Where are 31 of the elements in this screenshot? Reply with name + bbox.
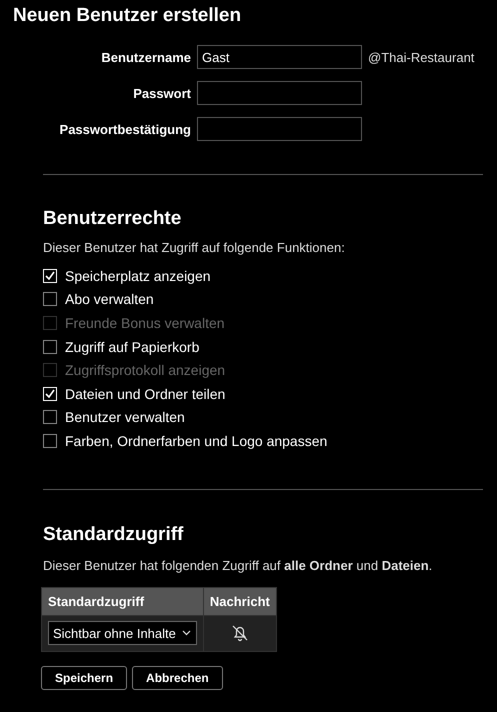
section-heading: Standardzugriff <box>43 524 184 547</box>
domain-suffix: @Thai-Restaurant <box>368 50 476 64</box>
checkbox-label: Abo verwalten <box>65 291 154 308</box>
input-field[interactable] <box>197 117 362 141</box>
action-button[interactable]: Abbrechen <box>132 666 223 690</box>
checkbox-label: Speicherplatz anzeigen <box>65 268 211 284</box>
input-field[interactable]: Gast <box>197 45 362 69</box>
action-button[interactable]: Speichern <box>41 666 128 690</box>
page-title: Neuen Benutzer erstellen <box>13 5 242 28</box>
checkbox[interactable] <box>43 340 57 354</box>
checkbox-label: Freunde Bonus verwalten <box>65 314 225 331</box>
checkbox[interactable] <box>43 292 57 306</box>
field-label: Passwort <box>132 86 191 100</box>
checkbox-label: Benutzer verwalten <box>65 409 185 426</box>
field-label: Passwortbestätigung <box>58 122 191 136</box>
access-dropdown[interactable]: Sichtbar ohne Inhalte <box>48 621 197 646</box>
column-header: Nachricht <box>203 587 276 616</box>
field-label: Benutzername <box>100 50 191 64</box>
checkbox[interactable] <box>43 410 57 424</box>
column-header: Standardzugriff <box>42 587 204 616</box>
checkbox[interactable] <box>43 434 57 448</box>
section-description: Dieser Benutzer hat folgenden Zugriff auf alle Ordner und Dateien. <box>43 558 434 573</box>
input-field[interactable] <box>197 81 362 105</box>
section-heading: Benutzerrechte <box>43 208 182 231</box>
section-description: Dieser Benutzer hat Zugriff auf folgende Funktionen: <box>43 240 346 255</box>
checkbox-label: Dateien und Ordner teilen <box>65 386 226 402</box>
checkbox-label: Zugriff auf Papierkorb <box>65 338 200 355</box>
bell-off-icon[interactable] <box>230 623 250 644</box>
checkbox-label: Farben, Ordnerfarben und Logo anpassen <box>65 432 328 449</box>
chevron-down-icon <box>182 630 191 636</box>
checkbox-label: Zugriffsprotokoll anzeigen <box>65 362 226 378</box>
